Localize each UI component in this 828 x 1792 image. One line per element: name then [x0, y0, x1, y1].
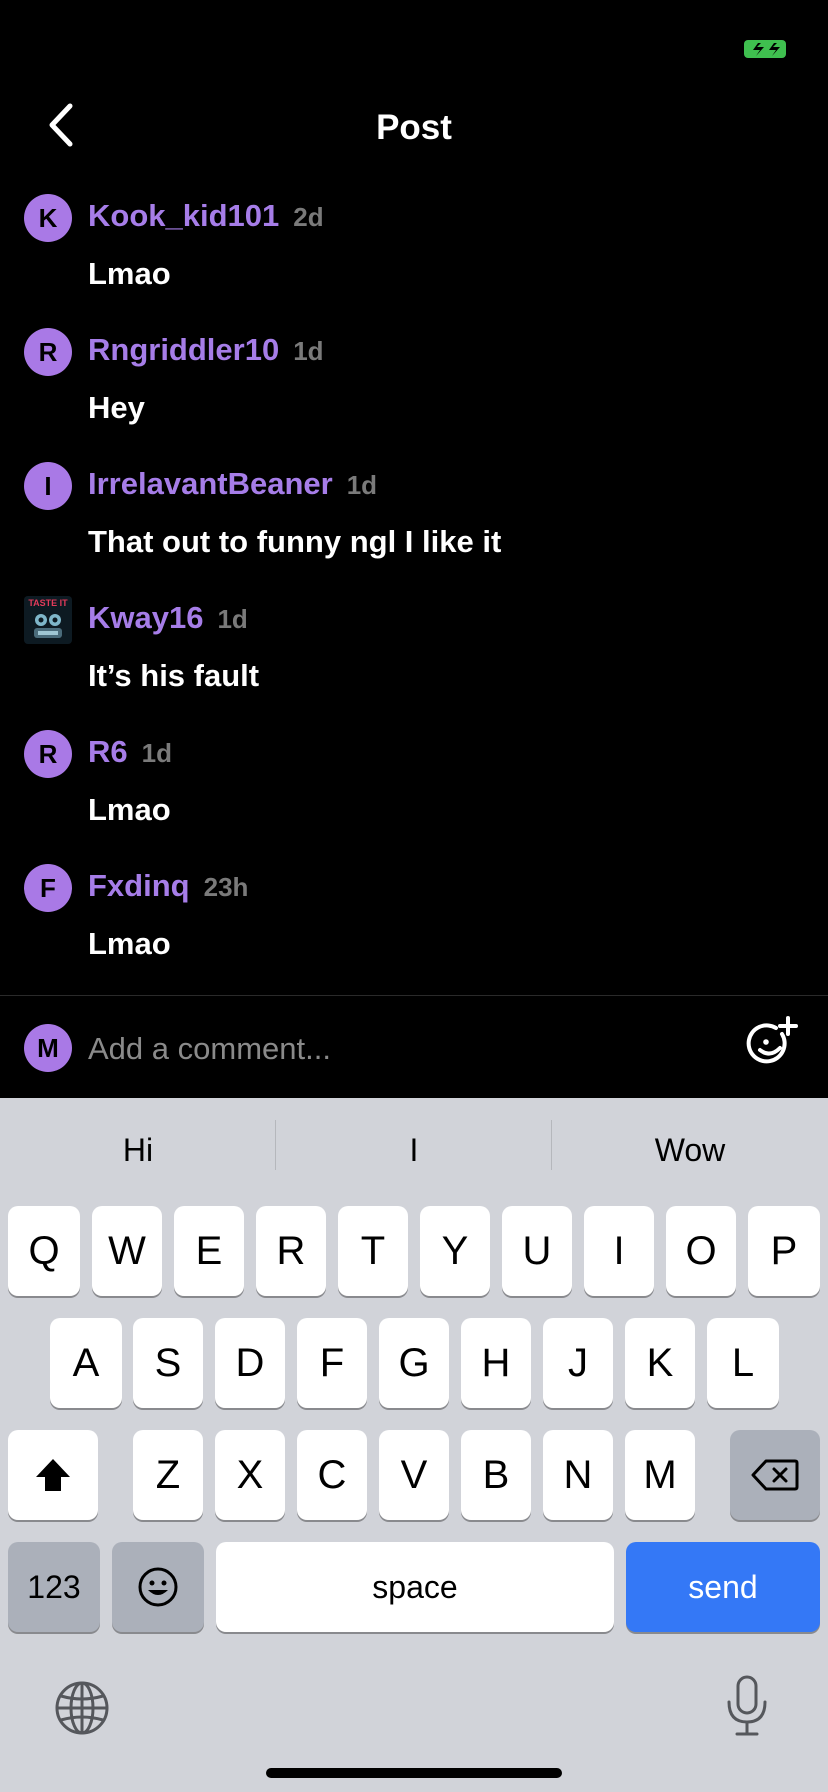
key-n[interactable]: N: [543, 1430, 613, 1520]
key-c[interactable]: C: [297, 1430, 367, 1520]
add-emoji-icon: [746, 1016, 798, 1064]
comment-time: 1d: [346, 470, 378, 500]
battery-charging-icon: [744, 40, 786, 58]
key-i[interactable]: I: [584, 1206, 654, 1296]
key-h[interactable]: H: [461, 1318, 531, 1408]
suggestion-item[interactable]: I: [276, 1098, 552, 1202]
key-f[interactable]: F: [297, 1318, 367, 1408]
key-b[interactable]: B: [461, 1430, 531, 1520]
avatar-image[interactable]: TASTE IT: [24, 596, 72, 644]
comment-item[interactable]: R Rngriddler10 1d Hey: [0, 324, 828, 458]
comment-username[interactable]: Kway16 1d: [88, 600, 248, 636]
comment-text: Lmao: [88, 926, 171, 961]
avatar[interactable]: R: [24, 328, 72, 376]
comment-text: It’s his fault: [88, 658, 260, 693]
comment-text: Lmao: [88, 256, 171, 291]
key-y[interactable]: Y: [420, 1206, 490, 1296]
status-bar: [0, 0, 828, 90]
divider: [0, 995, 828, 996]
emoji-icon: [138, 1567, 178, 1607]
comment-text: Lmao: [88, 792, 171, 827]
comment-item[interactable]: R R6 1d Lmao: [0, 726, 828, 860]
key-j[interactable]: J: [543, 1318, 613, 1408]
key-w[interactable]: W: [92, 1206, 162, 1296]
key-s[interactable]: S: [133, 1318, 203, 1408]
key-t[interactable]: T: [338, 1206, 408, 1296]
key-l[interactable]: L: [707, 1318, 779, 1408]
suggestion-item[interactable]: Wow: [552, 1098, 828, 1202]
comment-time: 2d: [293, 202, 324, 232]
comment-username[interactable]: Rngriddler10 1d: [88, 332, 324, 368]
comment-composer: M: [0, 1000, 828, 1098]
shift-key[interactable]: [8, 1430, 98, 1520]
keyboard: Hi I Wow Q W E R T Y U I O P A S D F G H…: [0, 1098, 828, 1792]
comment-time: 1d: [293, 336, 324, 366]
page-title: Post: [376, 108, 452, 147]
comment-username[interactable]: Kook_kid101 2d: [88, 198, 324, 234]
comment-username[interactable]: R6 1d: [88, 734, 172, 770]
send-key[interactable]: send: [626, 1542, 820, 1632]
avatar[interactable]: R: [24, 730, 72, 778]
key-u[interactable]: U: [502, 1206, 572, 1296]
key-g[interactable]: G: [379, 1318, 449, 1408]
key-e[interactable]: E: [174, 1206, 244, 1296]
key-x[interactable]: X: [215, 1430, 285, 1520]
key-v[interactable]: V: [379, 1430, 449, 1520]
svg-text:TASTE IT: TASTE IT: [28, 598, 68, 608]
comment-input[interactable]: [88, 1026, 708, 1072]
comment-item[interactable]: K Kook_kid101 2d Lmao: [0, 190, 828, 324]
comment-list: K Kook_kid101 2d Lmao R Rngriddler10 1d He…: [0, 190, 828, 994]
numbers-key[interactable]: 123: [8, 1542, 100, 1632]
comment-item[interactable]: F Fxdinq 23h Lmao: [0, 860, 828, 994]
emoji-key[interactable]: [112, 1542, 204, 1632]
comment-username[interactable]: Fxdinq 23h: [88, 868, 248, 904]
suggestion-item[interactable]: Hi: [0, 1098, 276, 1202]
comment-username[interactable]: IrrelavantBeaner 1d: [88, 466, 377, 502]
key-r[interactable]: R: [256, 1206, 326, 1296]
add-reaction-button[interactable]: [744, 1014, 800, 1070]
comment-text: That out to funny ngl I like it: [88, 524, 502, 559]
header: Post: [0, 90, 828, 170]
key-k[interactable]: K: [625, 1318, 695, 1408]
comment-item[interactable]: I IrrelavantBeaner 1d That out to funny n…: [0, 458, 828, 592]
comment-item[interactable]: TASTE IT Kway16 1d It’s his fault: [0, 592, 828, 726]
key-q[interactable]: Q: [8, 1206, 80, 1296]
key-z[interactable]: Z: [133, 1430, 203, 1520]
key-a[interactable]: A: [50, 1318, 122, 1408]
keyboard-suggestions: Hi I Wow: [0, 1098, 828, 1202]
key-d[interactable]: D: [215, 1318, 285, 1408]
avatar-image: TASTE IT: [24, 596, 72, 644]
current-user-avatar: M: [24, 1024, 72, 1072]
backspace-icon: [751, 1459, 799, 1491]
shift-icon: [36, 1459, 70, 1491]
home-indicator[interactable]: [266, 1768, 562, 1778]
avatar[interactable]: F: [24, 864, 72, 912]
comment-time: 23h: [203, 872, 249, 902]
globe-icon[interactable]: [54, 1680, 110, 1736]
comment-time: 1d: [217, 604, 248, 634]
comment-text: Hey: [88, 390, 145, 425]
microphone-icon[interactable]: [722, 1674, 772, 1738]
avatar[interactable]: I: [24, 462, 72, 510]
avatar[interactable]: K: [24, 194, 72, 242]
key-o[interactable]: O: [666, 1206, 736, 1296]
comment-time: 1d: [141, 738, 172, 768]
key-p[interactable]: P: [748, 1206, 820, 1296]
space-key[interactable]: space: [216, 1542, 614, 1632]
key-m[interactable]: M: [625, 1430, 695, 1520]
backspace-key[interactable]: [730, 1430, 820, 1520]
